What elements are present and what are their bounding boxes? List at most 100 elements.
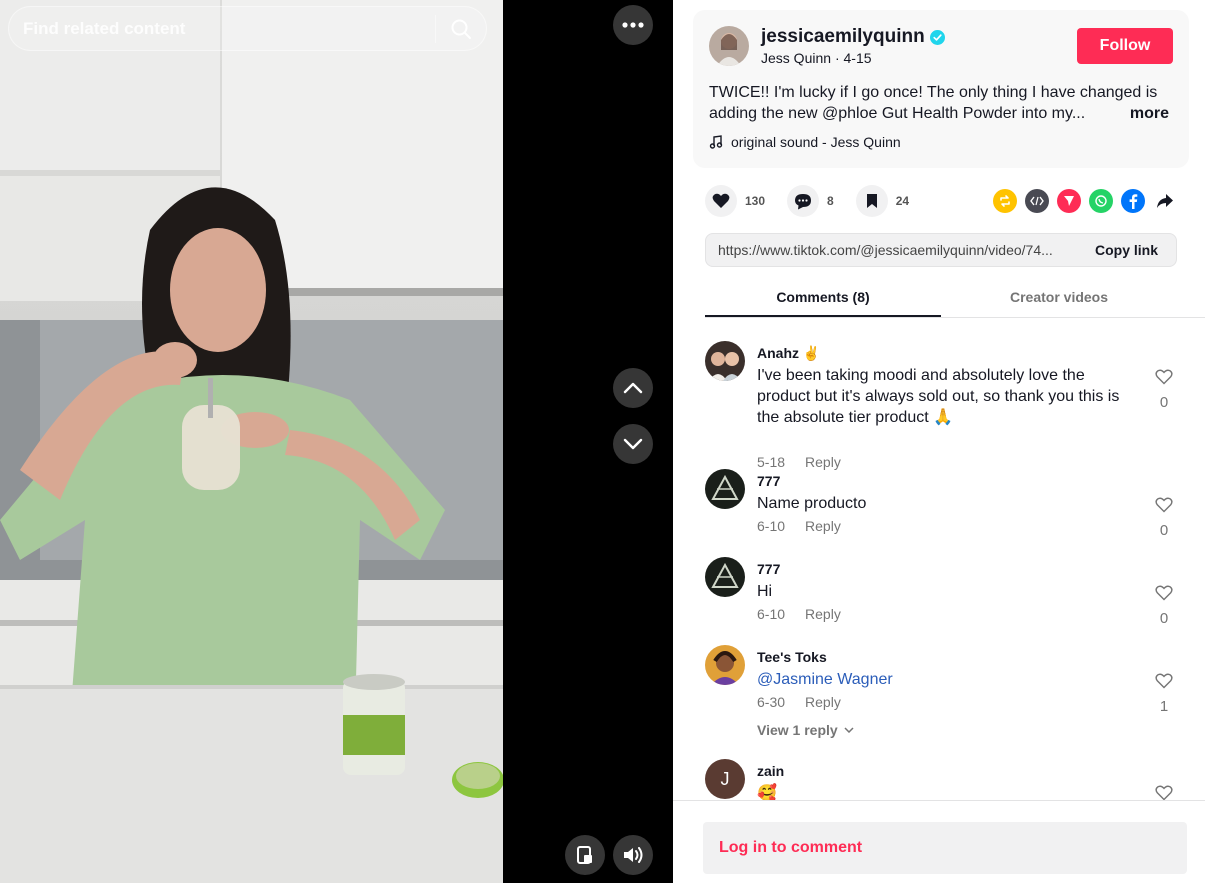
video-url[interactable]: https://www.tiktok.com/@jessicaemilyquin… bbox=[718, 242, 1078, 258]
share-arrow-icon[interactable] bbox=[1153, 189, 1177, 213]
facebook-icon[interactable] bbox=[1121, 189, 1145, 213]
reply-button[interactable]: Reply bbox=[805, 694, 841, 710]
tab-creator-videos[interactable]: Creator videos bbox=[941, 277, 1177, 317]
comment-text: I've been taking moodi and absolutely lo… bbox=[757, 367, 1120, 426]
comment-date: 6-10 bbox=[757, 606, 786, 622]
like-action[interactable]: 130 bbox=[705, 185, 765, 217]
panel-tabs: Comments (8) Creator videos bbox=[705, 277, 1205, 318]
heart-outline-icon bbox=[1155, 785, 1173, 800]
comments-list[interactable]: Anahz ✌️ I've been taking moodi and abso… bbox=[673, 319, 1205, 800]
copy-link-button[interactable]: Copy link bbox=[1095, 242, 1158, 258]
commenter-avatar[interactable] bbox=[705, 341, 745, 381]
comment-mention[interactable]: @Jasmine Wagner bbox=[757, 669, 1137, 690]
video-area bbox=[0, 0, 673, 883]
more-options-button[interactable] bbox=[613, 5, 653, 45]
like-button[interactable] bbox=[705, 185, 737, 217]
comment-bubble-icon bbox=[795, 193, 812, 209]
embed-glyph bbox=[1030, 196, 1044, 206]
caption-line-2: adding the new @phloe Gut Health Powder … bbox=[709, 105, 1086, 122]
music-note-icon bbox=[709, 135, 723, 149]
comment-like-count: 1 bbox=[1159, 698, 1169, 715]
video-caption: TWICE!! I'm lucky if I go once! The only… bbox=[709, 82, 1169, 124]
speaker-icon bbox=[624, 847, 643, 863]
embed-icon[interactable] bbox=[1025, 189, 1049, 213]
view-replies-label: View 1 reply bbox=[757, 722, 838, 738]
engagement-actions: 130 8 24 bbox=[705, 184, 931, 218]
comment-like-button[interactable]: 0 bbox=[1153, 497, 1175, 539]
commenter-avatar[interactable] bbox=[705, 645, 745, 685]
follow-button[interactable]: Follow bbox=[1077, 28, 1173, 64]
sound-link[interactable]: original sound - Jess Quinn bbox=[709, 134, 901, 150]
comment-button[interactable] bbox=[787, 185, 820, 217]
commenter-avatar-image bbox=[705, 341, 745, 381]
commenter-avatar-image bbox=[705, 645, 745, 685]
repost-glyph bbox=[1000, 195, 1010, 207]
search-button[interactable] bbox=[436, 6, 486, 51]
avatar-letter: J bbox=[720, 768, 730, 789]
caption-line-2-row: adding the new @phloe Gut Health Powder … bbox=[709, 103, 1169, 124]
video-frame-image bbox=[0, 0, 503, 883]
commenter-avatar-image bbox=[705, 557, 745, 597]
comment-like-button[interactable]: 0 bbox=[1153, 585, 1175, 627]
comment-like-count: 0 bbox=[1159, 610, 1169, 627]
save-action[interactable]: 24 bbox=[855, 185, 909, 217]
comment-text: 🥰 bbox=[757, 785, 777, 800]
search-bar bbox=[8, 6, 487, 51]
author-avatar[interactable] bbox=[709, 26, 749, 66]
caption-line-1: TWICE!! I'm lucky if I go once! The only… bbox=[709, 84, 1158, 101]
whatsapp-icon[interactable] bbox=[1089, 189, 1113, 213]
comment-meta: 6-30 Reply bbox=[757, 694, 841, 710]
bookmark-icon bbox=[866, 194, 877, 208]
commenter-avatar[interactable] bbox=[705, 469, 745, 509]
commenter-name[interactable]: zain bbox=[757, 763, 784, 779]
commenter-name[interactable]: 777 bbox=[757, 473, 780, 489]
heart-outline-icon bbox=[1155, 369, 1173, 385]
commenter-name[interactable]: Anahz ✌️ bbox=[757, 345, 820, 362]
comment-like-button[interactable] bbox=[1153, 785, 1175, 800]
mini-player-icon bbox=[577, 846, 592, 864]
details-panel: jessicaemilyquinn Jess Quinn · 4-15 Foll… bbox=[673, 0, 1205, 883]
repost-icon[interactable] bbox=[993, 189, 1017, 213]
comment-text: Hi bbox=[757, 583, 773, 600]
post-date: 4-15 bbox=[843, 50, 872, 66]
tab-comments[interactable]: Comments (8) bbox=[705, 277, 941, 317]
commenter-name[interactable]: 777 bbox=[757, 561, 780, 577]
video-player[interactable] bbox=[0, 0, 503, 883]
comment-date: 5-18 bbox=[757, 454, 786, 470]
comment-action[interactable]: 8 bbox=[787, 185, 834, 217]
comment-text: Name producto bbox=[757, 495, 867, 512]
author-display-name: Jess Quinn bbox=[761, 50, 832, 66]
comment-like-button[interactable]: 0 bbox=[1153, 369, 1175, 411]
search-input[interactable] bbox=[9, 18, 435, 39]
comment-meta: 6-10 Reply bbox=[757, 606, 841, 622]
reply-button[interactable]: Reply bbox=[805, 454, 841, 470]
reply-button[interactable]: Reply bbox=[805, 518, 841, 534]
next-video-button[interactable] bbox=[613, 424, 653, 464]
commenter-avatar[interactable]: J bbox=[705, 759, 745, 799]
search-icon bbox=[451, 19, 471, 39]
commenter-name[interactable]: Tee's Toks bbox=[757, 649, 827, 665]
floating-player-button[interactable] bbox=[565, 835, 605, 875]
chevron-down-icon bbox=[844, 727, 854, 733]
caption-more-button[interactable]: more bbox=[1130, 103, 1169, 124]
reply-button[interactable]: Reply bbox=[805, 606, 841, 622]
author-username[interactable]: jessicaemilyquinn bbox=[761, 26, 945, 48]
chevron-down-icon bbox=[623, 438, 643, 450]
save-button[interactable] bbox=[855, 185, 888, 217]
heart-outline-icon bbox=[1155, 585, 1173, 601]
copy-link-box: https://www.tiktok.com/@jessicaemilyquin… bbox=[705, 233, 1177, 267]
verified-badge-icon bbox=[929, 29, 945, 45]
volume-button[interactable] bbox=[613, 835, 653, 875]
send-icon[interactable] bbox=[1057, 189, 1081, 213]
comment-date: 6-30 bbox=[757, 694, 786, 710]
author-subtitle: Jess Quinn · 4-15 bbox=[761, 50, 872, 66]
author-username-text: jessicaemilyquinn bbox=[761, 26, 925, 47]
previous-video-button[interactable] bbox=[613, 368, 653, 408]
commenter-avatar[interactable] bbox=[705, 557, 745, 597]
comment-like-count: 0 bbox=[1159, 394, 1169, 411]
comment-login-bar: Log in to comment bbox=[673, 800, 1205, 883]
comment-like-button[interactable]: 1 bbox=[1153, 673, 1175, 715]
login-to-comment-button[interactable]: Log in to comment bbox=[703, 822, 1187, 874]
view-replies-button[interactable]: View 1 reply bbox=[757, 722, 854, 738]
heart-outline-icon bbox=[1155, 497, 1173, 513]
